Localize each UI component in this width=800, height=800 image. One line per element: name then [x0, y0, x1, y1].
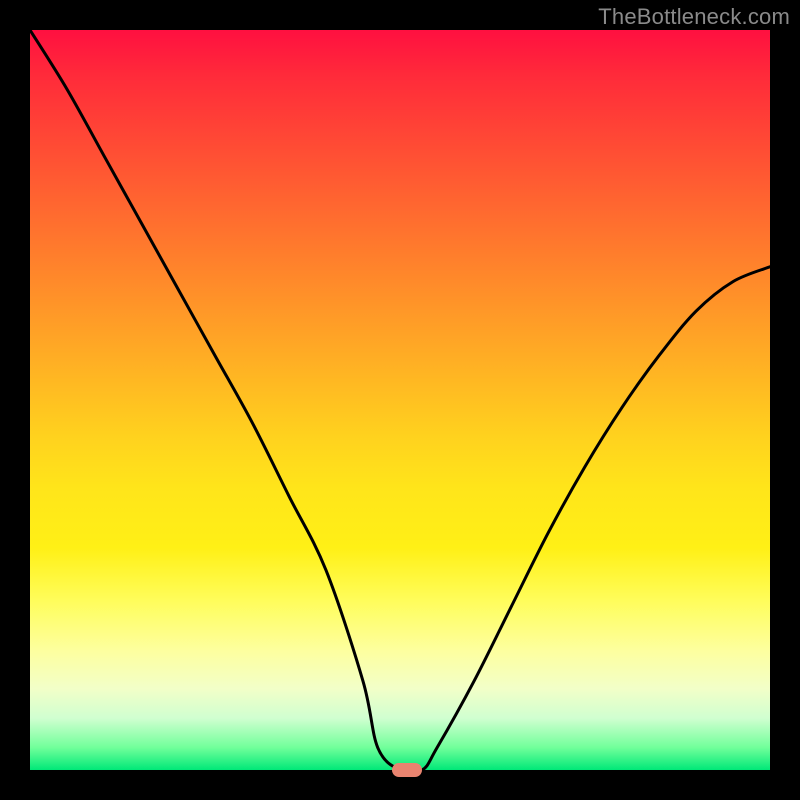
watermark-text: TheBottleneck.com — [598, 4, 790, 30]
minimum-marker — [392, 763, 422, 777]
chart-frame: TheBottleneck.com — [0, 0, 800, 800]
plot-area — [30, 30, 770, 770]
bottleneck-curve — [30, 30, 770, 770]
